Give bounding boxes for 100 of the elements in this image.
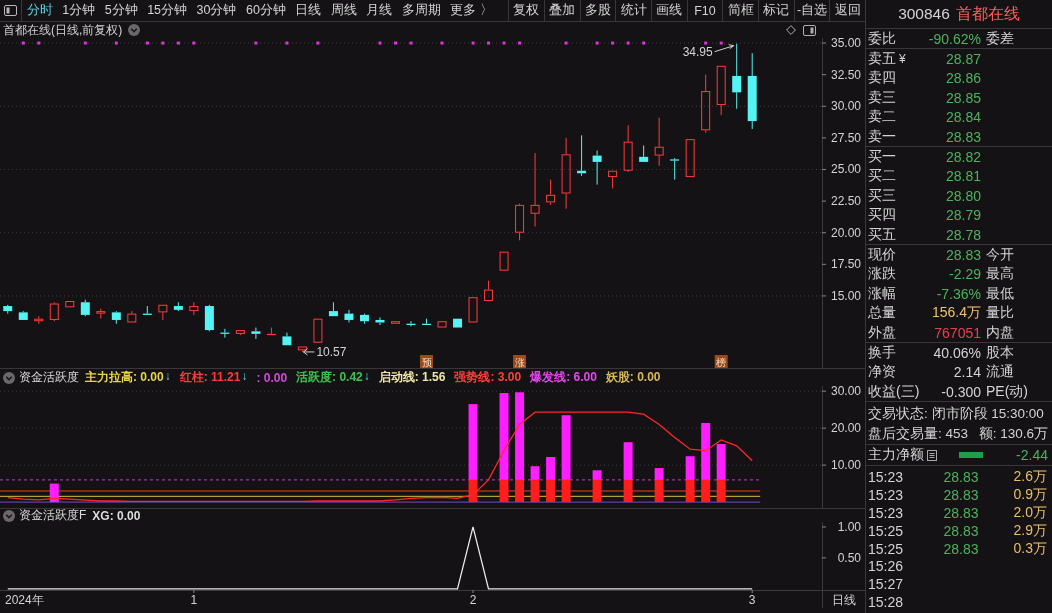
chevron-down-icon[interactable] <box>3 371 15 384</box>
quote-value: 2.14 <box>952 364 981 381</box>
candlestick <box>375 316 385 326</box>
candlestick <box>701 74 711 134</box>
quote-label: 涨幅 <box>868 284 896 303</box>
candlestick <box>670 157 680 181</box>
sidebar-icon[interactable] <box>803 24 816 36</box>
toolbar-button[interactable]: 叠加 <box>543 0 580 21</box>
candlestick <box>313 318 323 344</box>
candlestick <box>297 346 307 353</box>
quote-label: 今开 <box>985 246 1015 264</box>
toolbar-button[interactable]: 标记 <box>757 0 794 21</box>
quote-label: 买五 <box>868 225 896 244</box>
indicator-value: : 0.00 <box>256 370 288 385</box>
quote-value: 40.06% <box>932 344 981 361</box>
sidebar-icon[interactable] <box>4 5 17 16</box>
toolbar-button[interactable]: 简框 <box>722 0 758 21</box>
tick-price: 28.83 <box>942 522 980 539</box>
candlestick <box>422 318 431 326</box>
axis-label: 22.50 <box>830 194 861 209</box>
currency-symbol: ¥ <box>899 52 906 67</box>
period-tab[interactable]: 30分钟 <box>191 0 242 21</box>
candlestick <box>484 280 494 302</box>
quote-value: 28.83 <box>944 128 981 145</box>
diamond-icon[interactable] <box>786 25 796 35</box>
period-tab[interactable]: 1分钟 <box>57 0 100 21</box>
indicator-value: 妖股: 0.00 <box>605 369 661 386</box>
tick-time: 15:23 <box>868 469 905 486</box>
signal-tag: 榜 <box>714 355 728 368</box>
period-tab[interactable]: 分时 <box>22 0 58 21</box>
tick-price: 28.83 <box>942 540 980 557</box>
candlestick <box>3 304 13 315</box>
quote-label: 换手 <box>868 343 896 362</box>
quote-label: 总量 <box>868 304 896 323</box>
period-tab[interactable]: 日线 <box>290 0 327 21</box>
candlestick <box>49 301 59 322</box>
axis-label: 35.00 <box>830 38 861 51</box>
axis-label: 25.00 <box>830 162 861 177</box>
candlestick <box>453 318 463 329</box>
candlestick <box>639 144 649 163</box>
list-icon[interactable] <box>927 449 937 461</box>
toolbar-button[interactable]: 复权 <box>508 0 544 21</box>
tick-volume: 2.0万 <box>1012 504 1047 522</box>
period-tab[interactable]: 15分钟 <box>142 0 192 21</box>
quote-label: 收益(三) <box>868 382 920 401</box>
stock-name: 首都在线 <box>955 3 1020 24</box>
toolbar-button[interactable]: F10 <box>686 0 723 21</box>
indicator-value: 主力拉高: 0.00 <box>85 369 164 386</box>
quote-label: 卖二 <box>868 108 896 127</box>
quote-label: 买二 <box>868 167 896 186</box>
axis-label: 0.50 <box>837 550 861 565</box>
tick-time: 15:23 <box>868 487 905 504</box>
quote-label: PE(动) <box>985 382 1029 401</box>
period-tab[interactable]: 周线 <box>326 0 362 21</box>
tick-volume: 2.6万 <box>1012 468 1047 487</box>
candlestick <box>142 305 152 316</box>
candlestick <box>111 310 121 325</box>
quote-value: 28.78 <box>944 226 981 243</box>
quote-value: 28.87 <box>944 51 981 68</box>
candlestick <box>406 320 416 327</box>
candlestick <box>716 65 726 116</box>
tick-volume: 0.3万 <box>1012 539 1047 558</box>
toolbar-button[interactable]: 统计 <box>615 0 651 21</box>
quote-value: 28.84 <box>944 109 981 126</box>
toolbar-button[interactable]: 多股 <box>579 0 616 21</box>
quote-label: 最高 <box>985 265 1015 284</box>
candlestick <box>96 308 106 320</box>
chevron-down-icon[interactable] <box>128 24 141 36</box>
period-tab[interactable]: 月线 <box>361 0 398 21</box>
toolbar-button[interactable]: 画线 <box>650 0 687 21</box>
quote-label: 现价 <box>868 246 896 264</box>
indicator-value: 强势线: 3.00 <box>454 369 522 386</box>
axis-label: 15.00 <box>830 288 861 303</box>
period-tab[interactable]: 60分钟 <box>241 0 291 21</box>
candlestick <box>251 327 261 340</box>
arrow-icon: ↓ <box>164 369 171 386</box>
quote-label: 流通 <box>985 363 1015 382</box>
indicator-name: 资金活跃度 <box>19 369 79 386</box>
axis-label: 30.00 <box>830 99 861 114</box>
period-tab[interactable]: 多周期 <box>397 0 446 21</box>
quote-value: -7.36% <box>935 285 981 302</box>
period-tab[interactable]: 5分钟 <box>99 0 143 21</box>
toolbar-button[interactable]: 返回 <box>829 0 865 21</box>
candlestick <box>282 332 292 346</box>
axis-label: 1 <box>190 593 198 607</box>
period-tab[interactable]: 更多 〉 <box>445 0 498 21</box>
tick-time: 15:27 <box>868 576 905 593</box>
quote-label: 买三 <box>868 186 896 205</box>
stock-code: 300846 <box>898 5 950 23</box>
arrow-icon: ↓ <box>241 369 248 386</box>
candlestick <box>34 315 44 325</box>
toolbar-button[interactable]: -自选 <box>793 0 830 21</box>
candlestick <box>499 251 509 272</box>
tick-price: 28.83 <box>942 487 980 504</box>
quote-label: 买四 <box>868 206 896 225</box>
axis-label: 32.50 <box>830 67 861 82</box>
candlestick <box>18 310 28 321</box>
candlestick <box>65 300 75 308</box>
quote-value: -0.300 <box>940 383 981 400</box>
chevron-down-icon[interactable] <box>3 509 15 522</box>
